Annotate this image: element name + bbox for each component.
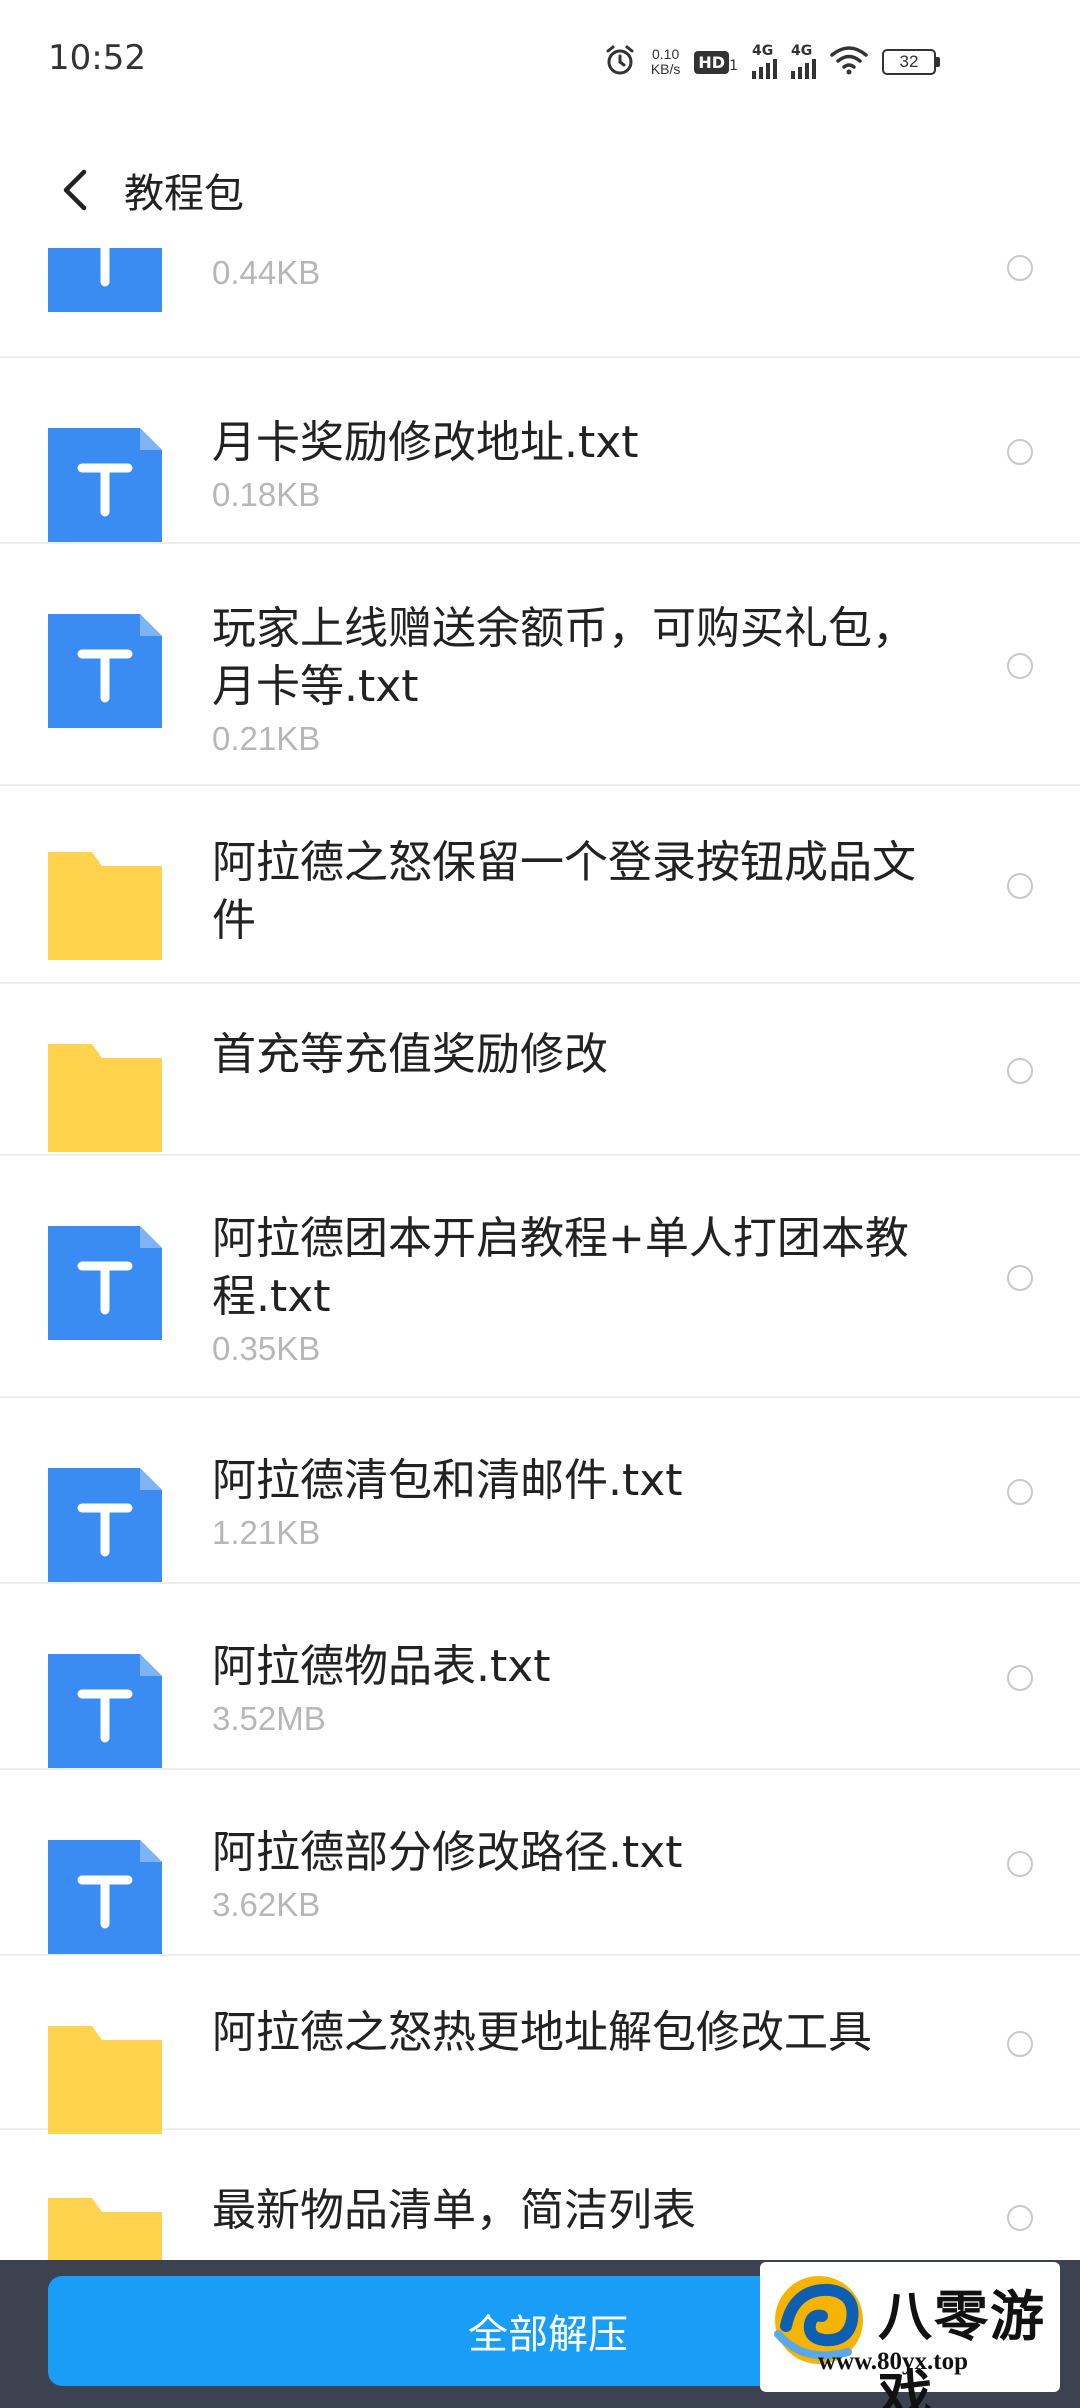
- file-row[interactable]: 阿拉德团本开启教程+单人打团本教程.txt 0.35KB: [0, 1158, 1080, 1398]
- file-name: 月卡奖励修改地址.txt: [212, 417, 639, 468]
- network-speed-value: 0.10: [651, 46, 680, 62]
- file-text: 阿拉德之怒保留一个登录按钮成品文件: [212, 834, 952, 950]
- file-name: 首充等充值奖励修改: [212, 1029, 608, 1080]
- file-row[interactable]: 阿拉德部分修改路径.txt 3.62KB: [0, 1772, 1080, 1956]
- file-text: 阿拉德部分修改路径.txt 3.62KB: [212, 1824, 952, 1924]
- file-size: 3.62KB: [212, 1886, 321, 1923]
- select-radio[interactable]: [1007, 2031, 1033, 2057]
- file-size: 0.21KB: [212, 720, 321, 757]
- file-name: 最新物品清单，简洁列表: [212, 2185, 696, 2236]
- watermark-url: www.80yx.top: [818, 2348, 969, 2375]
- file-name: 阿拉德物品表.txt: [212, 1641, 551, 1692]
- file-name: 玩家上线赠送余额币，可购买礼包，月卡等.txt: [212, 603, 916, 712]
- file-name: 阿拉德清包和清邮件.txt: [212, 1455, 683, 1506]
- wifi-icon: [830, 45, 868, 79]
- select-radio[interactable]: [1007, 439, 1033, 465]
- network-speed-unit: KB/s: [650, 61, 681, 77]
- select-radio[interactable]: [1007, 1665, 1033, 1691]
- file-size: 3.52MB: [212, 1700, 326, 1737]
- select-radio[interactable]: [1007, 1851, 1033, 1877]
- hd-sub-label: 1: [729, 57, 738, 74]
- text-file-icon: [48, 1654, 162, 1768]
- chevron-left-icon: [63, 169, 87, 211]
- file-row[interactable]: 阿拉德之怒保留一个登录按钮成品文件: [0, 788, 1080, 984]
- file-list[interactable]: 日常活跃度奖励修改地址.txt 0.44KB 月卡奖励修改地址.txt 0.18KB 玩…: [0, 248, 1080, 2260]
- file-row[interactable]: 首充等充值奖励修改: [0, 986, 1080, 1156]
- file-name: 阿拉德团本开启教程+单人打团本教程.txt: [212, 1213, 909, 1322]
- file-row[interactable]: 月卡奖励修改地址.txt 0.18KB: [0, 360, 1080, 544]
- file-row[interactable]: 日常活跃度奖励修改地址.txt 0.44KB: [0, 248, 1080, 358]
- hd-label: HD: [694, 50, 730, 74]
- battery-icon: 32: [882, 49, 940, 75]
- header: 教程包: [0, 140, 1080, 240]
- folder-icon: [48, 1040, 162, 1154]
- file-text: 阿拉德之怒热更地址解包修改工具: [212, 2004, 952, 2062]
- page-title: 教程包: [124, 171, 244, 217]
- text-file-icon: [48, 1226, 162, 1340]
- watermark-brand: 八零游戏: [878, 2284, 1046, 2408]
- text-file-icon: [48, 614, 162, 728]
- file-name: 阿拉德部分修改路径.txt: [212, 1827, 683, 1878]
- network-speed: 0.10 KB/s: [651, 47, 681, 77]
- file-size: 0.44KB: [212, 254, 321, 291]
- file-text: 日常活跃度奖励修改地址.txt 0.44KB: [212, 248, 952, 292]
- select-radio[interactable]: [1007, 255, 1033, 281]
- text-file-icon: [48, 248, 162, 312]
- hd-icon: HD 1: [694, 50, 738, 74]
- file-row[interactable]: 阿拉德物品表.txt 3.52MB: [0, 1586, 1080, 1770]
- signal-label: 4G: [752, 43, 774, 59]
- select-radio[interactable]: [1007, 2205, 1033, 2231]
- file-text: 最新物品清单，简洁列表: [212, 2182, 952, 2240]
- folder-icon: [48, 848, 162, 962]
- select-radio[interactable]: [1007, 1265, 1033, 1291]
- signal-icon: 4G: [752, 43, 777, 79]
- file-name: 阿拉德之怒保留一个登录按钮成品文件: [212, 837, 916, 946]
- status-time: 10:52: [48, 38, 146, 78]
- signal-icon: 4G: [791, 43, 816, 79]
- watermark-logo: 八零游戏 www.80yx.top: [760, 2262, 1060, 2408]
- file-row[interactable]: 玩家上线赠送余额币，可购买礼包，月卡等.txt 0.21KB: [0, 546, 1080, 786]
- file-row[interactable]: 阿拉德之怒热更地址解包修改工具: [0, 1958, 1080, 2134]
- text-file-icon: [48, 1468, 162, 1582]
- file-text: 阿拉德团本开启教程+单人打团本教程.txt 0.35KB: [212, 1210, 952, 1368]
- file-text: 阿拉德清包和清邮件.txt 1.21KB: [212, 1452, 952, 1552]
- status-bar: 10:52 0.10 KB/s HD 1 4G 4G 32: [0, 0, 1080, 120]
- file-size: 1.21KB: [212, 1514, 321, 1551]
- alarm-icon: [603, 43, 637, 81]
- file-row[interactable]: 阿拉德清包和清邮件.txt 1.21KB: [0, 1400, 1080, 1584]
- file-row[interactable]: 最新物品清单，简洁列表: [0, 2132, 1080, 2260]
- select-radio[interactable]: [1007, 873, 1033, 899]
- select-radio[interactable]: [1007, 1479, 1033, 1505]
- select-radio[interactable]: [1007, 653, 1033, 679]
- file-size: 0.18KB: [212, 476, 321, 513]
- file-text: 阿拉德物品表.txt 3.52MB: [212, 1638, 952, 1738]
- file-text: 月卡奖励修改地址.txt 0.18KB: [212, 414, 952, 514]
- file-size: 0.35KB: [212, 1330, 321, 1367]
- folder-icon: [48, 2022, 162, 2136]
- file-text: 首充等充值奖励修改: [212, 1026, 952, 1084]
- file-name: 阿拉德之怒热更地址解包修改工具: [212, 2007, 872, 2058]
- text-file-icon: [48, 1840, 162, 1954]
- battery-level: 32: [882, 49, 936, 75]
- file-text: 玩家上线赠送余额币，可购买礼包，月卡等.txt 0.21KB: [212, 600, 952, 758]
- select-radio[interactable]: [1007, 1058, 1033, 1084]
- status-icons: 0.10 KB/s HD 1 4G 4G 32: [603, 40, 940, 84]
- text-file-icon: [48, 428, 162, 542]
- signal-label: 4G: [791, 43, 813, 59]
- file-name: 日常活跃度奖励修改地址.txt: [212, 248, 952, 250]
- folder-icon: [48, 2194, 162, 2260]
- back-button[interactable]: [40, 155, 110, 225]
